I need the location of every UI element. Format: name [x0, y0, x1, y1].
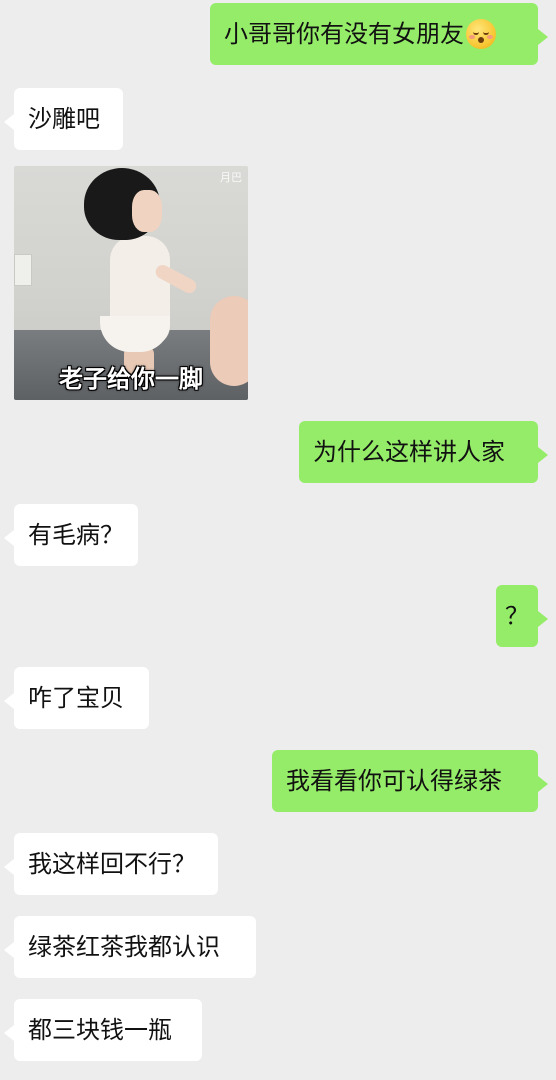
message-text: 沙雕吧 — [28, 105, 100, 133]
message-text: 我看看你可认得绿茶 — [286, 767, 502, 795]
incoming-message[interactable]: 绿茶红茶我都认识 — [4, 916, 256, 978]
message-text: 都三块钱一瓶 — [28, 1016, 172, 1044]
outgoing-message[interactable]: ？ — [496, 585, 548, 647]
message-text: 我这样回不行？ — [28, 850, 196, 878]
message-text: 小哥哥你有没有女朋友 — [224, 20, 464, 48]
message-text: ？ — [505, 602, 529, 630]
kid-face — [132, 190, 162, 232]
wall-socket — [14, 254, 32, 286]
sticker-image[interactable]: 月巴 老子给你一脚 — [14, 166, 248, 400]
outgoing-message[interactable]: 小哥哥你有没有女朋友 — [210, 3, 548, 65]
message-text: 为什么这样讲人家 — [313, 438, 505, 466]
incoming-message[interactable]: 都三块钱一瓶 — [4, 999, 202, 1061]
incoming-message[interactable]: 有毛病？ — [4, 504, 138, 566]
incoming-message[interactable]: 咋了宝贝 — [4, 667, 149, 729]
message-text: 绿茶红茶我都认识 — [28, 933, 220, 961]
sticker-caption: 老子给你一脚 — [59, 365, 203, 393]
message-text: 咋了宝贝 — [28, 684, 124, 712]
incoming-message[interactable]: 沙雕吧 — [4, 88, 123, 150]
blushing-face-icon — [466, 19, 496, 49]
outgoing-message[interactable]: 我看看你可认得绿茶 — [272, 750, 548, 812]
incoming-message[interactable]: 我这样回不行？ — [4, 833, 218, 895]
outgoing-message[interactable]: 为什么这样讲人家 — [299, 421, 548, 483]
sticker-watermark: 月巴 — [220, 171, 242, 184]
message-text: 有毛病？ — [28, 521, 124, 549]
